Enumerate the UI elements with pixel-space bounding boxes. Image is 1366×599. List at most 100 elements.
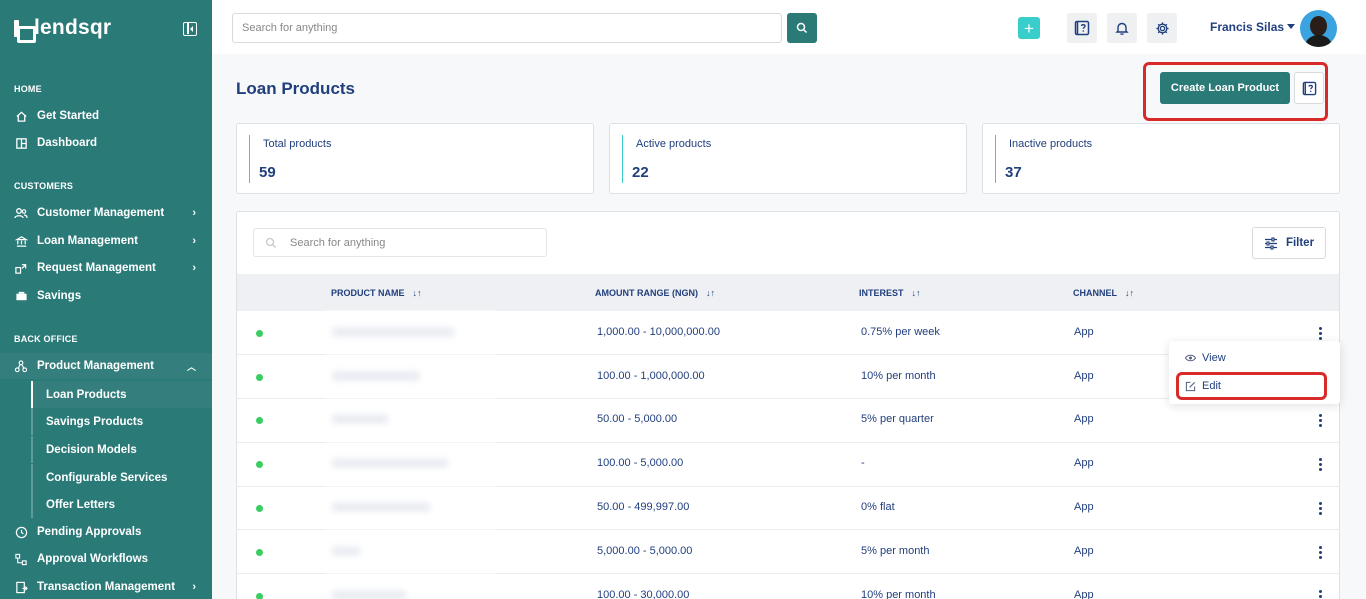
sidebar-item-label: Dashboard [37,137,98,149]
stat-value: 59 [259,164,276,181]
stat-card-active: Active products 22 [609,123,967,194]
global-search-input[interactable]: Search for anything [232,13,782,43]
transaction-icon [14,580,28,594]
sidebar-subitem-decision-models[interactable]: Decision Models [31,436,212,463]
amount-range-cell: 100.00 - 30,000.00 [597,589,690,599]
gear-icon [1155,21,1169,35]
piggy-bank-icon [14,289,28,303]
sidebar-item-pending-approvals[interactable]: Pending Approvals [0,519,212,545]
more-options-icon[interactable] [1319,546,1322,559]
eye-icon [1185,354,1196,362]
sidebar-item-dashboard[interactable]: Dashboard [0,130,212,156]
plus-icon: + [1024,18,1034,38]
dashboard-icon [14,136,28,150]
search-icon [796,22,808,34]
caret-down-icon[interactable] [1287,24,1295,29]
redaction-overlay [325,310,496,599]
column-label: INTEREST [859,288,904,298]
sort-icon: ↓↑ [911,288,921,298]
more-options-icon[interactable] [1319,327,1322,340]
status-dot [256,593,263,599]
sidebar-subitem-configurable-services[interactable]: Configurable Services [31,464,212,491]
workflow-icon [14,552,28,566]
sidebar-item-request-management[interactable]: Request Management › [0,255,212,281]
sidebar-item-label: Savings [37,290,82,302]
status-dot [256,417,263,424]
amount-range-cell: 50.00 - 499,997.00 [597,501,690,513]
lendsqr-logo-icon [14,19,36,43]
interest-cell: 10% per month [861,370,936,382]
avatar[interactable] [1300,10,1337,47]
highlight-annotation [1176,372,1327,400]
brand-logo[interactable]: lendsqr [14,16,111,43]
chevron-right-icon: › [192,581,196,593]
search-button[interactable] [787,13,817,43]
column-header-channel[interactable]: CHANNEL ↓↑ [1073,288,1134,298]
sidebar-item-savings[interactable]: Savings [0,283,212,309]
menu-item-view[interactable]: View [1185,352,1226,364]
status-dot [256,374,263,381]
sidebar: lendsqr HOME Get Started Dashboard CUSTO… [0,0,212,599]
interest-cell: - [861,457,865,469]
top-header: Search for anything + Francis Silas [212,0,1366,54]
table-search-placeholder: Search for anything [290,236,386,249]
request-icon [14,261,28,275]
status-dot [256,505,263,512]
more-options-icon[interactable] [1319,458,1322,471]
interest-cell: 0% flat [861,501,895,513]
stat-accent-bar [249,135,250,183]
highlight-annotation [1143,62,1328,121]
add-button[interactable]: + [1018,17,1040,39]
chevron-right-icon: › [192,207,196,219]
channel-cell: App [1074,589,1094,599]
more-options-icon[interactable] [1319,414,1322,427]
sidebar-item-get-started[interactable]: Get Started [0,103,212,129]
notifications-button[interactable] [1107,13,1137,43]
sidebar-subitem-savings-products[interactable]: Savings Products [31,408,212,435]
sidebar-item-label: Transaction Management [37,581,176,593]
help-icon [1074,20,1090,36]
amount-range-cell: 50.00 - 5,000.00 [597,413,678,425]
sort-icon: ↓↑ [706,288,715,298]
help-button[interactable] [1067,13,1097,43]
table-search-input[interactable]: Search for anything [253,228,547,257]
sidebar-item-transaction-management[interactable]: Transaction Management › [0,574,212,599]
section-title-back-office: BACK OFFICE [14,334,78,344]
column-header-interest[interactable]: INTEREST ↓↑ [859,288,921,298]
sidebar-subitem-offer-letters[interactable]: Offer Letters [31,491,212,518]
amount-range-cell: 100.00 - 5,000.00 [597,457,684,469]
status-dot [256,461,263,468]
sidebar-item-label: Request Management [37,262,156,274]
pending-icon [14,525,28,539]
stat-card-inactive: Inactive products 37 [982,123,1340,194]
users-icon [14,206,28,220]
chevron-right-icon: › [192,262,196,274]
sidebar-item-approval-workflows[interactable]: Approval Workflows [0,546,212,572]
sidebar-item-loan-management[interactable]: Loan Management › [0,228,212,254]
user-name[interactable]: Francis Silas [1210,20,1284,34]
sidebar-subitem-loan-products[interactable]: Loan Products [31,381,212,408]
filter-button[interactable]: Filter [1252,227,1326,259]
status-dot [256,330,263,337]
channel-cell: App [1074,413,1094,425]
column-label: AMOUNT RANGE (NGN) [595,288,698,298]
sort-icon: ↓↑ [1125,288,1134,298]
bank-icon [14,234,28,248]
column-label: CHANNEL [1073,288,1117,298]
interest-cell: 10% per month [861,589,936,599]
collapse-sidebar-icon[interactable] [183,22,197,36]
settings-button[interactable] [1147,13,1177,43]
column-header-product-name[interactable]: PRODUCT NAME ↓↑ [331,288,422,298]
channel-cell: App [1074,545,1094,557]
more-options-icon[interactable] [1319,502,1322,515]
chevron-right-icon: › [192,235,196,247]
search-icon [265,237,276,248]
sidebar-item-product-management[interactable]: Product Management ︿ [0,353,212,379]
filter-icon [1264,236,1277,250]
more-options-icon[interactable] [1319,590,1322,599]
sidebar-item-customer-management[interactable]: Customer Management › [0,200,212,226]
stat-value: 37 [1005,164,1022,181]
column-header-amount-range[interactable]: AMOUNT RANGE (NGN) ↓↑ [595,288,715,298]
column-label: PRODUCT NAME [331,288,405,298]
sidebar-item-label: Loan Management [37,235,138,247]
